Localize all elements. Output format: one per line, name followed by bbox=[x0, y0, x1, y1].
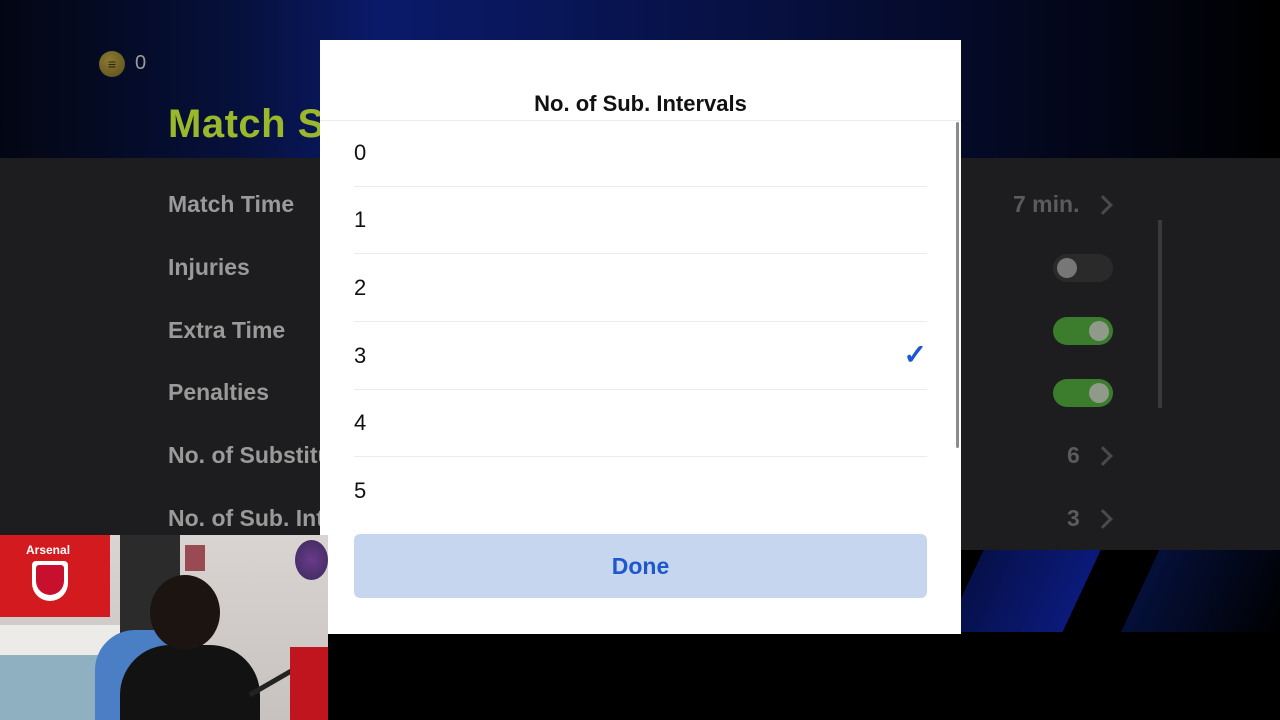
crest-icon bbox=[32, 561, 68, 601]
option-5[interactable]: 5 bbox=[354, 457, 927, 512]
done-button[interactable]: Done bbox=[354, 534, 927, 598]
options-list: 0 1 2 3 ✓ 4 5 bbox=[320, 120, 961, 512]
setting-label-injuries[interactable]: Injuries bbox=[168, 254, 250, 281]
dialog-scrollbar[interactable] bbox=[956, 122, 959, 448]
flag-text: Arsenal bbox=[26, 543, 71, 557]
coin-count: 0 bbox=[135, 52, 147, 74]
option-4[interactable]: 4 bbox=[354, 390, 927, 457]
webcam-person-body bbox=[120, 645, 260, 720]
webcam-overlay: Arsenal bbox=[0, 535, 328, 720]
option-label: 2 bbox=[354, 275, 367, 300]
setting-label-penalties[interactable]: Penalties bbox=[168, 379, 269, 406]
option-2[interactable]: 2 bbox=[354, 255, 927, 322]
coin-icon: ≡ bbox=[99, 51, 125, 77]
setting-value-match-time: 7 min. bbox=[1013, 191, 1080, 217]
webcam-person-head bbox=[150, 575, 220, 650]
webcam-decoration bbox=[295, 540, 328, 580]
setting-value-sub-intervals: 3 bbox=[1067, 505, 1080, 531]
extra-time-toggle[interactable] bbox=[1053, 317, 1113, 345]
option-label: 0 bbox=[354, 140, 367, 165]
setting-label-match-time[interactable]: Match Time bbox=[168, 191, 294, 218]
sub-intervals-dialog: No. of Sub. Intervals 0 1 2 3 ✓ 4 5 Done bbox=[320, 40, 961, 634]
injuries-toggle[interactable] bbox=[1053, 254, 1113, 282]
option-label: 5 bbox=[354, 477, 367, 503]
toggle-knob bbox=[1089, 383, 1109, 403]
option-label: 3 bbox=[354, 343, 367, 368]
arsenal-flag: Arsenal bbox=[0, 535, 110, 617]
webcam-poster bbox=[185, 545, 205, 571]
webcam-red-object bbox=[290, 647, 328, 720]
option-label: 1 bbox=[354, 207, 367, 232]
option-label: 4 bbox=[354, 410, 367, 435]
toggle-knob bbox=[1057, 258, 1077, 278]
option-3[interactable]: 3 ✓ bbox=[354, 323, 927, 390]
option-0[interactable]: 0 bbox=[354, 120, 927, 187]
setting-value-substitutions: 6 bbox=[1067, 442, 1080, 468]
dialog-title: No. of Sub. Intervals bbox=[534, 91, 747, 116]
toggle-knob bbox=[1089, 321, 1109, 341]
settings-scrollbar[interactable] bbox=[1158, 220, 1162, 408]
penalties-toggle[interactable] bbox=[1053, 379, 1113, 407]
setting-label-extra-time[interactable]: Extra Time bbox=[168, 317, 285, 344]
checkmark-icon: ✓ bbox=[903, 338, 927, 370]
option-1[interactable]: 1 bbox=[354, 187, 927, 254]
